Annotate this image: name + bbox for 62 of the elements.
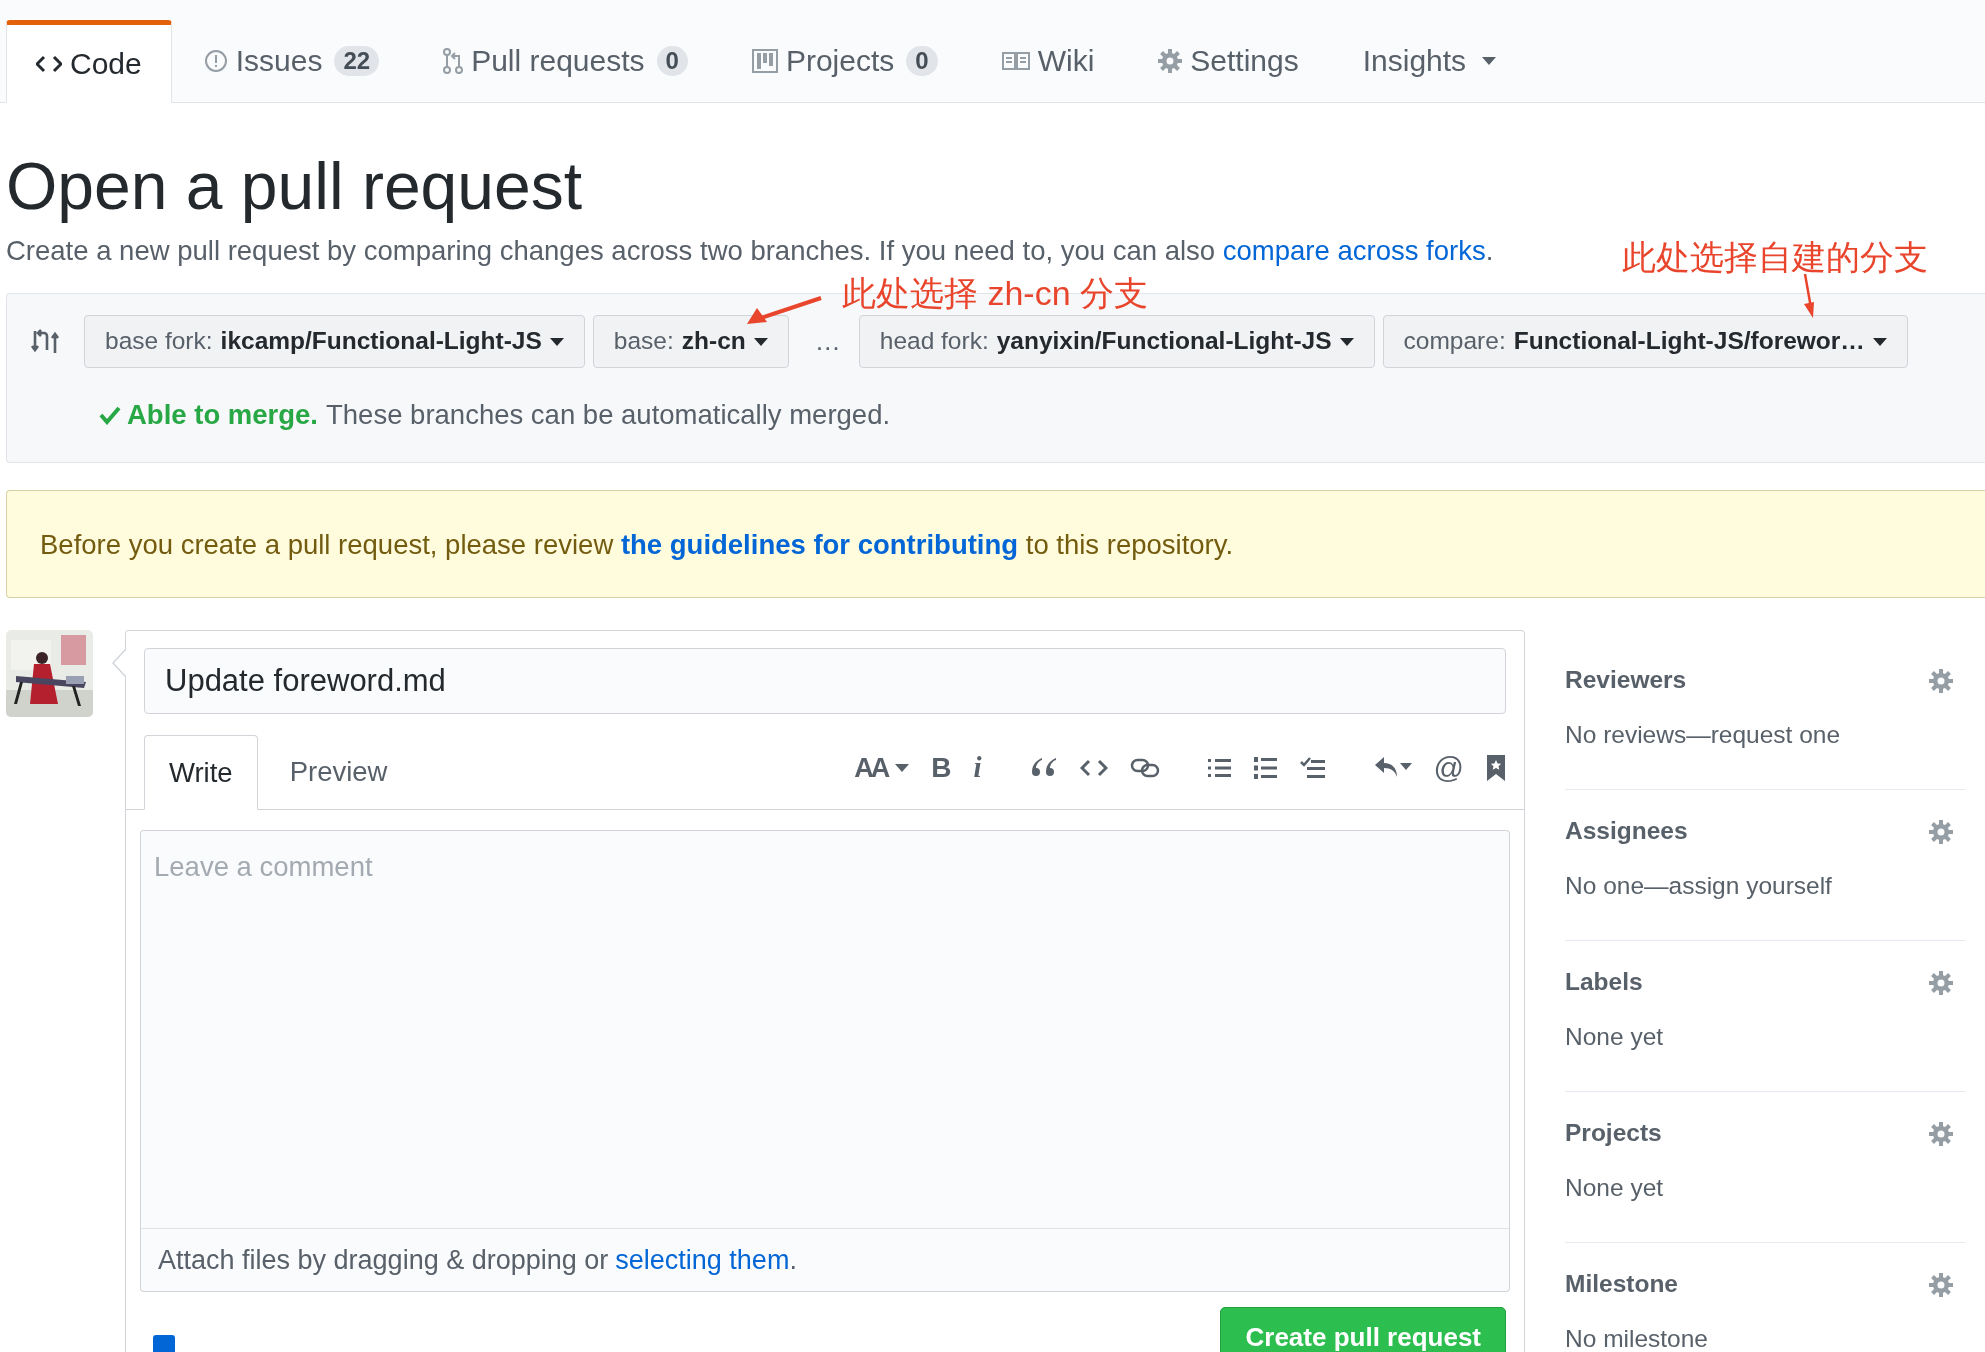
italic-button[interactable]: i: [973, 746, 982, 790]
caret-icon: [895, 763, 910, 772]
check-icon: [99, 404, 121, 425]
bold-button[interactable]: B: [931, 746, 952, 789]
fork-select[interactable]: head fork: yanyixin/Functional-Light-JS: [858, 315, 1375, 369]
checkbox[interactable]: [153, 1335, 175, 1352]
sidebar-heading: Projects: [1565, 1118, 1662, 1149]
info-icon: [203, 48, 228, 73]
sidebar-value: None yet: [1565, 1173, 1665, 1203]
caret-icon: [1339, 337, 1354, 346]
page-description: Create a new pull request by comparing changes across two branches. If you need to, you can also compare across forks.: [6, 234, 1494, 268]
caret-icon: [753, 337, 768, 346]
sidebar-heading: Reviewers: [1565, 665, 1687, 696]
book-icon: [1001, 50, 1030, 71]
sidebar-value: No one—assign yourself: [1565, 871, 1833, 901]
repo-tab[interactable]: Settings: [1126, 19, 1331, 102]
merge-status: Able to merge.: [127, 398, 318, 433]
selecting-link[interactable]: selecting them: [615, 1240, 790, 1281]
fork-select[interactable]: base fork: ikcamp/Functional-Light-JS: [84, 315, 585, 369]
board-icon: [751, 48, 778, 73]
branch-select[interactable]: compare: Functional-Light-JS/forewor…: [1382, 315, 1908, 369]
repo-tab[interactable]: Insights: [1330, 19, 1529, 102]
link-icon[interactable]: [1129, 756, 1160, 779]
caret-icon: [1872, 337, 1887, 346]
pull-request-icon: [443, 47, 464, 74]
sidebar-heading: Labels: [1565, 967, 1643, 998]
numbered-list-icon[interactable]: [1253, 755, 1278, 780]
range-separator: …: [814, 325, 841, 359]
text-size-button[interactable]: AA: [854, 747, 910, 788]
mention-button[interactable]: @: [1433, 745, 1464, 791]
sidebar-heading: Milestone: [1565, 1269, 1678, 1300]
repo-tab[interactable]: Issues 22: [171, 19, 412, 102]
task-list-icon[interactable]: [1299, 755, 1326, 780]
editor-tab[interactable]: Write: [144, 735, 258, 811]
code-icon[interactable]: [1079, 757, 1108, 778]
sidebar-value: No reviews—request one: [1565, 720, 1842, 750]
sidebar-value: No milestone: [1565, 1324, 1709, 1352]
attach-hint: Attach files by dragging & dropping or selecting them.: [140, 1228, 1510, 1293]
repo-tab[interactable]: Pull requests 0: [411, 19, 720, 102]
counter: 22: [334, 45, 380, 76]
caret-icon: [549, 337, 564, 346]
bulleted-list-icon[interactable]: [1207, 756, 1232, 779]
annotation: 此处选择自建的分支: [1622, 237, 1928, 278]
code-icon: [36, 53, 62, 74]
counter: 0: [656, 45, 688, 76]
comment-field[interactable]: Leave a comment: [140, 830, 1510, 1229]
bookmark-icon[interactable]: [1486, 753, 1506, 782]
title-input[interactable]: Update foreword.md: [144, 648, 1506, 715]
merge-message: These branches can be automatically merged.: [326, 398, 891, 433]
repo-tab[interactable]: Wiki: [969, 19, 1127, 102]
sidebar-value: None yet: [1565, 1022, 1665, 1052]
page-title: Open a pull request: [6, 148, 584, 224]
repo-tab[interactable]: Code: [6, 20, 172, 103]
branch-select[interactable]: base: zh-cn: [592, 315, 789, 369]
annotation: 此处选择 zh-cn 分支: [842, 273, 1149, 314]
repo-tab[interactable]: Projects 0: [719, 19, 970, 102]
sidebar-heading: Assignees: [1565, 816, 1688, 847]
editor-tab[interactable]: Preview: [257, 734, 420, 810]
flash-message: Before you create a pull request, please review the guidelines for contributing to this repository.: [40, 527, 1234, 562]
guidelines-link[interactable]: the guidelines for contributing: [620, 528, 1019, 560]
counter: 0: [906, 45, 938, 76]
compare-forks-link[interactable]: compare across forks: [1222, 235, 1486, 266]
